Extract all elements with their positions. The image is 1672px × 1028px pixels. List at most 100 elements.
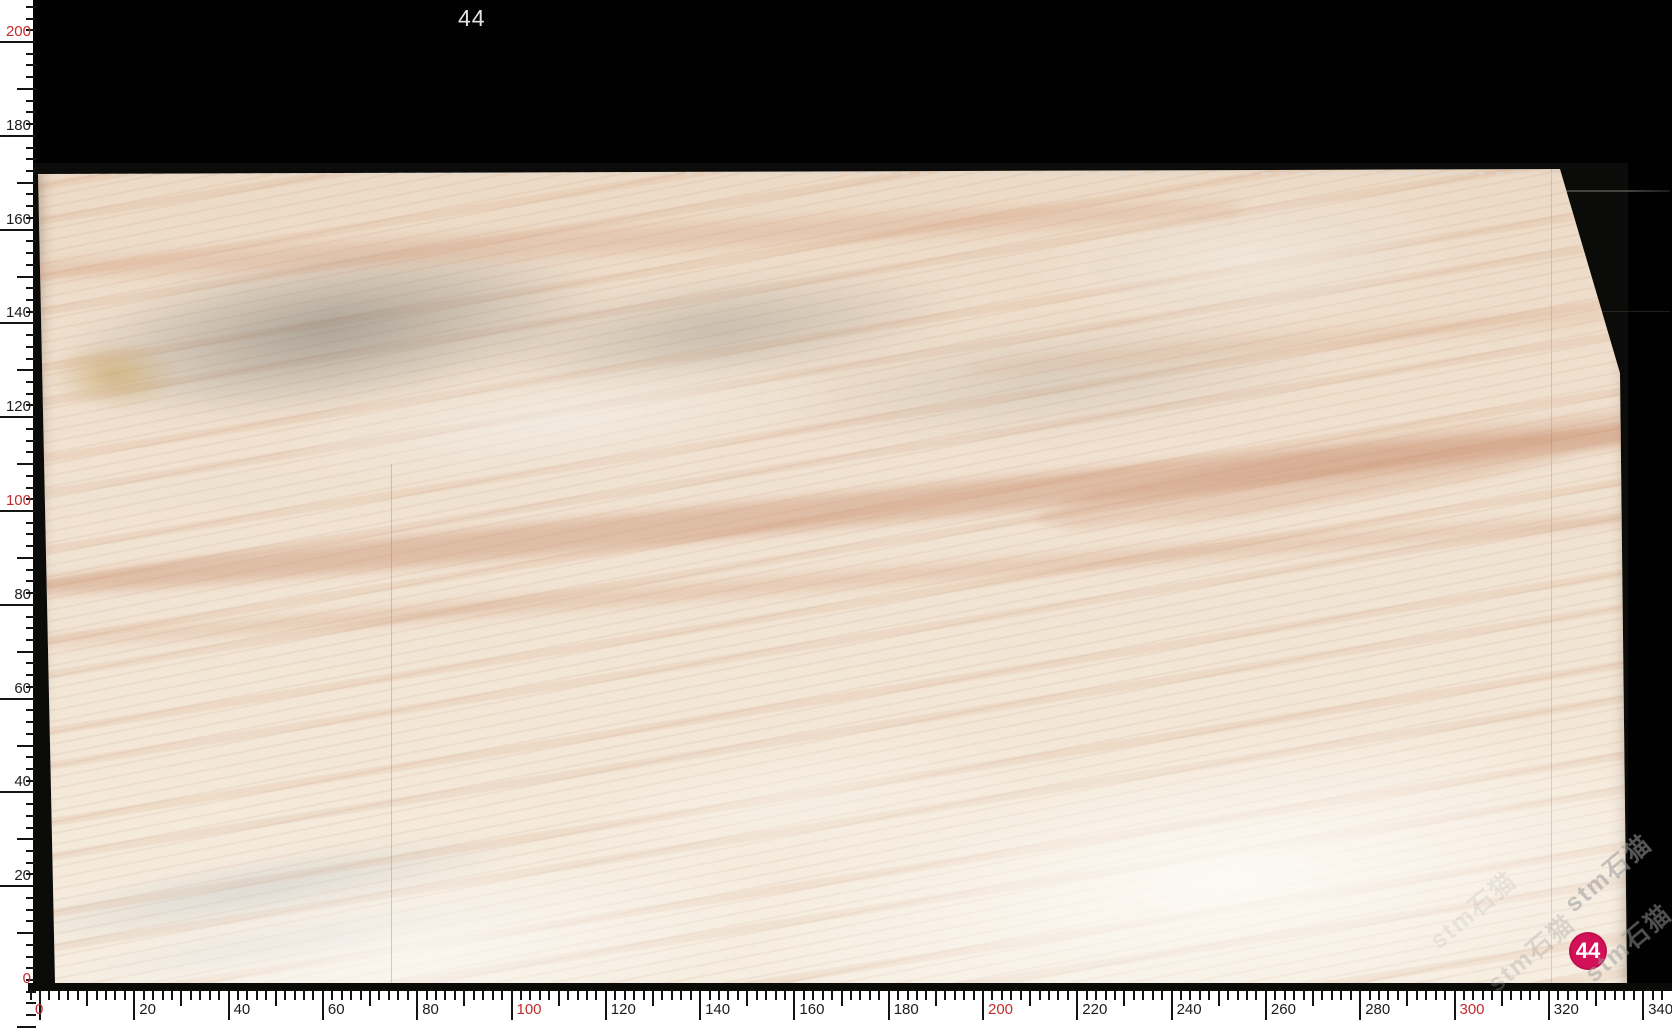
- left-ruler-tick: [26, 158, 36, 161]
- bottom-ruler-tick: [1472, 991, 1475, 1000]
- bottom-ruler-label: 180: [893, 1001, 919, 1018]
- bottom-ruler-tick: [812, 991, 815, 1000]
- bottom-ruler-tick: [1538, 991, 1541, 1000]
- bottom-ruler-tick: [1642, 991, 1645, 1020]
- bottom-ruler-tick: [491, 991, 494, 1000]
- bottom-ruler-tick: [717, 991, 720, 1000]
- bottom-ruler-tick: [303, 991, 306, 1000]
- left-ruler-label: 0: [22, 970, 31, 987]
- bottom-ruler-tick: [1246, 991, 1249, 1000]
- bottom-ruler-tick: [1293, 991, 1296, 1000]
- bottom-ruler-tick: [218, 991, 221, 1000]
- bottom-ruler-label: 0: [35, 1001, 44, 1018]
- bottom-ruler-tick: [1180, 991, 1183, 1000]
- bottom-ruler-label: 120: [610, 1001, 636, 1018]
- bottom-ruler-tick: [1585, 991, 1588, 1000]
- bottom-ruler-label: 340: [1648, 1001, 1672, 1018]
- bottom-ruler-tick: [350, 991, 353, 1000]
- bottom-ruler-tick: [246, 991, 249, 1000]
- left-ruler-tick: [26, 814, 36, 817]
- slab-image: [38, 169, 1627, 983]
- bottom-ruler-tick: [189, 991, 192, 1000]
- bottom-ruler-tick: [519, 991, 522, 1000]
- bottom-ruler-tick: [161, 991, 164, 1000]
- bottom-ruler-label: 160: [799, 1001, 825, 1018]
- bottom-ruler-tick: [406, 991, 409, 1000]
- bottom-ruler-tick: [416, 991, 419, 1020]
- left-ruler-tick: [26, 474, 36, 477]
- bottom-ruler-label: 280: [1365, 1001, 1391, 1018]
- left-ruler-tick: [26, 861, 36, 864]
- bottom-ruler-tick: [944, 991, 947, 1000]
- left-ruler-tick: [26, 826, 36, 829]
- bottom-ruler-tick: [1161, 991, 1164, 1000]
- bottom-ruler-tick: [284, 991, 287, 1000]
- left-ruler-tick: [26, 943, 36, 946]
- bottom-ruler-tick: [736, 991, 739, 1000]
- bottom-ruler-tick: [255, 991, 258, 1000]
- bottom-ruler-label: 200: [988, 1001, 1014, 1018]
- bottom-ruler-tick: [906, 991, 909, 1000]
- left-ruler-tick: [26, 638, 36, 641]
- left-ruler-tick: [17, 87, 36, 90]
- bottom-ruler-tick: [708, 991, 711, 1000]
- bottom-ruler-label: 220: [1082, 1001, 1108, 1018]
- bottom-ruler-tick: [1453, 991, 1456, 1020]
- left-ruler-label: 40: [14, 773, 31, 791]
- left-ruler-tick: [17, 838, 36, 841]
- bottom-ruler-tick: [237, 991, 240, 1000]
- left-ruler-tick: [26, 533, 36, 536]
- left-ruler-tick: [26, 439, 36, 442]
- bottom-ruler-tick: [444, 991, 447, 1000]
- bottom-ruler-tick: [633, 991, 636, 1000]
- bottom-ruler-tick: [265, 991, 268, 1000]
- bottom-ruler-tick: [76, 991, 79, 1000]
- ruler-baseline-bar: [28, 983, 1672, 991]
- left-ruler-tick: [26, 17, 36, 20]
- bottom-ruler-tick: [453, 991, 456, 1000]
- bottom-ruler-tick: [133, 991, 136, 1020]
- bottom-ruler-tick: [802, 991, 805, 1000]
- bottom-ruler-tick: [1057, 991, 1060, 1000]
- bottom-ruler-tick: [67, 991, 70, 1000]
- bottom-ruler-tick: [95, 991, 98, 1000]
- scan-seam-line: [1551, 169, 1552, 983]
- bottom-ruler-tick: [1255, 991, 1258, 1000]
- bottom-ruler-tick: [1594, 991, 1597, 1006]
- left-ruler-tick: [26, 169, 36, 172]
- left-ruler-tick: [17, 556, 36, 559]
- slab-scan-viewer: 200 180 160 140 120 100 80 60 40 20 0 0 20 40 60 80 100 1…: [0, 0, 1672, 1028]
- bottom-ruler-tick: [1123, 991, 1126, 1006]
- bottom-ruler-tick: [378, 991, 381, 1000]
- bottom-ruler-tick: [849, 991, 852, 1000]
- bottom-ruler-tick: [397, 991, 400, 1000]
- background-shelf-line-faint: [1600, 311, 1670, 312]
- bottom-ruler-tick: [1000, 991, 1003, 1000]
- scan-seam-line: [391, 464, 392, 983]
- left-ruler-label: 180: [5, 116, 31, 134]
- left-ruler-tick: [0, 416, 36, 419]
- bottom-ruler-tick: [1274, 991, 1277, 1000]
- bottom-ruler-tick: [1368, 991, 1371, 1000]
- left-ruler-tick: [26, 427, 36, 430]
- bottom-ruler-tick: [510, 991, 513, 1020]
- bottom-ruler-tick: [1104, 991, 1107, 1000]
- bottom-ruler-tick: [765, 991, 768, 1000]
- bottom-ruler-tick: [435, 991, 438, 1000]
- bottom-ruler-tick: [1151, 991, 1154, 1000]
- bottom-ruler-label: 140: [705, 1001, 731, 1018]
- left-ruler-label: 100: [5, 492, 31, 509]
- left-ruler-tick: [0, 510, 36, 512]
- left-ruler-tick: [26, 99, 36, 102]
- bottom-ruler-tick: [472, 991, 475, 1000]
- left-ruler-label: 160: [5, 210, 31, 228]
- left-ruler-tick: [26, 767, 36, 770]
- bottom-ruler-tick: [312, 991, 315, 1000]
- bottom-ruler-label: 300: [1459, 1001, 1485, 1018]
- background-shelf-line: [1558, 190, 1670, 192]
- bottom-ruler-tick: [859, 991, 862, 1000]
- left-ruler-tick: [26, 252, 36, 255]
- bottom-ruler-label: 260: [1270, 1001, 1296, 1018]
- bottom-ruler-tick: [557, 991, 560, 1006]
- bottom-ruler-tick: [963, 991, 966, 1000]
